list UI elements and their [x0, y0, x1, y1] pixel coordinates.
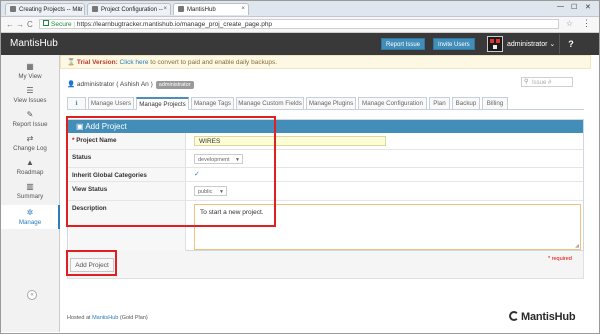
forward-icon[interactable]: → [16, 20, 24, 29]
secure-label: Secure [51, 21, 72, 28]
issue-placeholder: Issue # [532, 80, 552, 86]
tab-manage-projects[interactable]: Manage Projects [136, 97, 189, 110]
tab-manage-plugins[interactable]: Manage Plugins [306, 97, 356, 109]
lock-icon [43, 20, 49, 26]
issue-number-input[interactable]: ⚲ Issue # [521, 77, 573, 87]
breadcrumb-user[interactable]: administrator ( Ashish An ) [77, 81, 153, 88]
breadcrumb: 👤 administrator ( Ashish An ) administrat… [67, 80, 194, 89]
role-badge: administrator [155, 81, 194, 89]
close-tab-icon[interactable]: × [77, 6, 81, 12]
browser-tab-bar: Creating Projects -- Mar × Project Config… [1, 1, 599, 17]
footer-prefix: Hosted at [67, 315, 91, 321]
resize-handle-icon[interactable]: ◢ [575, 243, 579, 249]
annotation-box-button [66, 250, 117, 276]
user-menu[interactable]: administrator ⌄ [507, 40, 555, 48]
invite-users-button[interactable]: Invite Users [433, 38, 475, 50]
close-tab-icon[interactable]: × [241, 6, 245, 12]
sidebar-item-summary[interactable]: ▥ Summary [1, 179, 59, 203]
pencil-icon: ✎ [26, 110, 34, 119]
sidebar-item-roadmap[interactable]: ▲ Roadmap [1, 155, 59, 179]
reload-icon[interactable]: C [27, 20, 33, 29]
url-text: https://learnbugtracker.mantishub.io/man… [76, 21, 273, 28]
tab-billing[interactable]: Billing [482, 97, 508, 109]
favicon-icon [10, 6, 16, 12]
browser-tab[interactable]: Project Configuration -- × [87, 3, 171, 15]
sidebar-item-report-issue[interactable]: ✎ Report Issue [1, 107, 59, 131]
minimize-icon[interactable]: — [557, 3, 564, 10]
tab-plan[interactable]: Plan [429, 97, 450, 109]
sidebar-item-manage[interactable]: ✲ Manage [1, 205, 60, 229]
form-footer [67, 251, 584, 279]
footer-logo: MantisHub [509, 311, 576, 323]
app-navbar: MantisHub Report Issue Invite Users admi… [1, 33, 599, 55]
list-icon: ☰ [26, 86, 34, 95]
browser-tab-active[interactable]: MantisHub × [173, 3, 249, 15]
search-icon: ⚲ [524, 79, 529, 85]
tab-manage-tags[interactable]: Manage Tags [191, 97, 234, 109]
sidebar-item-label: Change Log [13, 145, 47, 152]
avatar[interactable] [487, 36, 503, 52]
tab-manage-configuration[interactable]: Manage Configuration [358, 97, 427, 109]
page-footer: Hosted at MantisHub (Gold Plan) [67, 315, 148, 321]
sidebar-item-label: View Issues [13, 97, 47, 104]
gears-icon: ✲ [26, 208, 34, 217]
trial-text: to convert to paid and enable daily back… [150, 59, 278, 66]
trial-link[interactable]: Click here [120, 59, 149, 66]
window-close-icon[interactable]: ✕ [585, 3, 591, 11]
close-tab-icon[interactable]: × [163, 6, 167, 12]
footer-link[interactable]: MantisHub [92, 315, 118, 321]
browser-tab-title: Creating Projects -- Mar [19, 7, 83, 13]
browser-tab[interactable]: Creating Projects -- Mar × [5, 3, 85, 15]
report-issue-button[interactable]: Report Issue [381, 38, 426, 50]
dashboard-icon: ▦ [26, 62, 34, 71]
sidebar-item-label: Manage [18, 219, 42, 226]
sidebar-item-label: My View [18, 73, 42, 80]
browser-menu-icon[interactable]: ⋮ [582, 18, 591, 29]
main-content: ⌛ Trial Version: Click here to convert t… [60, 55, 599, 332]
road-icon: ▲ [26, 158, 34, 167]
tab-backup[interactable]: Backup [452, 97, 480, 109]
chevron-down-icon: ⌄ [549, 41, 556, 48]
sidebar-item-change-log[interactable]: ⇄ Change Log [1, 131, 59, 155]
url-field[interactable]: Secure | https://learnbugtracker.mantish… [39, 19, 559, 29]
retweet-icon: ⇄ [26, 134, 34, 143]
sidebar: ▦ My View ☰ View Issues ✎ Report Issue ⇄ Cha… [1, 55, 60, 332]
favicon-icon [178, 6, 184, 12]
sidebar-item-my-view[interactable]: ▦ My View [1, 59, 59, 83]
required-note: * required [548, 256, 572, 262]
back-icon[interactable]: ← [6, 20, 14, 29]
trial-title: Trial Version: [76, 59, 118, 66]
mantishub-logo-icon [509, 311, 519, 321]
tab-manage-custom-fields[interactable]: Manage Custom Fields [236, 97, 304, 109]
sidebar-item-label: Report Issue [12, 121, 48, 128]
report-issue-label: Report Issue [386, 42, 421, 48]
trial-banner: ⌛ Trial Version: Click here to convert t… [60, 55, 591, 69]
tab-info[interactable]: ℹ [67, 97, 86, 109]
user-icon: 👤 [67, 81, 77, 88]
sidebar-item-label: Roadmap [16, 169, 44, 176]
footer-suffix: (Gold Plan) [119, 315, 148, 321]
browser-tab-title: Project Configuration -- [101, 7, 163, 13]
invite-users-label: Invite Users [438, 42, 470, 48]
favicon-icon [92, 6, 98, 12]
bar-chart-icon: ▥ [26, 182, 34, 191]
maximize-icon[interactable]: ☐ [571, 3, 577, 11]
browser-tab-title: MantisHub [187, 7, 216, 13]
bookmark-star-icon[interactable]: ☆ [566, 19, 573, 28]
user-menu-label: administrator [507, 41, 548, 48]
brand-logo[interactable]: MantisHub [10, 38, 58, 49]
trial-icon: ⌛ [67, 59, 77, 66]
help-icon[interactable]: ? [559, 34, 582, 54]
tab-manage-users[interactable]: Manage Users [88, 97, 134, 109]
manage-tabs: ℹ Manage Users Manage Projects Manage Ta… [67, 97, 584, 110]
address-bar: ← → C Secure | https://learnbugtracker.m… [1, 17, 599, 33]
sidebar-item-view-issues[interactable]: ☰ View Issues [1, 83, 59, 107]
sidebar-collapse-icon[interactable]: « [27, 290, 37, 300]
footer-logo-text: MantisHub [521, 311, 576, 323]
annotation-box-form [66, 116, 276, 227]
sidebar-item-label: Summary [16, 193, 44, 200]
